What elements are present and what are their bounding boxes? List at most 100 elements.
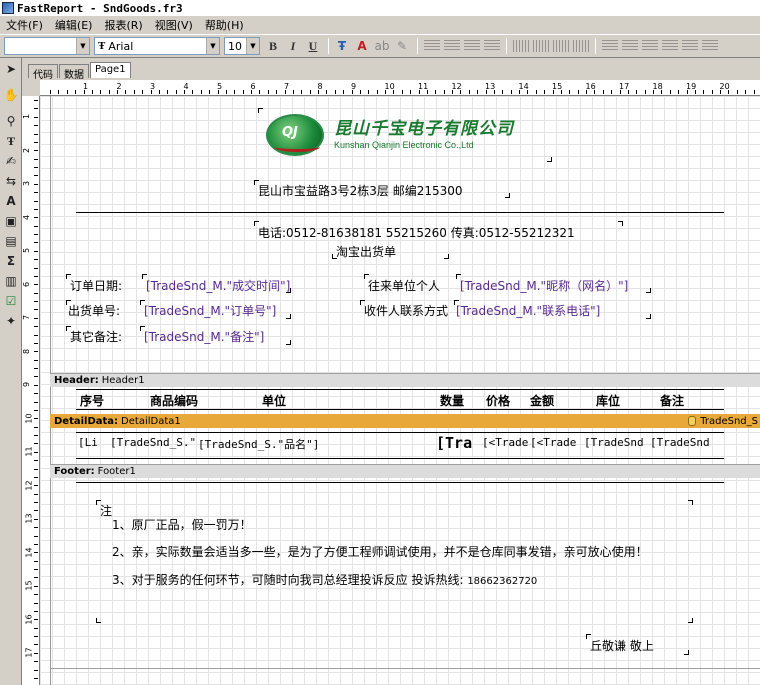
picture-icon[interactable]: ▣ bbox=[2, 212, 20, 230]
clear-format-icon[interactable]: ab bbox=[373, 37, 391, 55]
other-label[interactable]: 其它备注: bbox=[70, 328, 122, 345]
font-combo[interactable]: Ŧ Arial ▼ bbox=[94, 37, 220, 55]
bold-button[interactable]: B bbox=[264, 37, 282, 55]
unit-label[interactable]: 往来单位个人 bbox=[368, 277, 440, 294]
detail-cell[interactable]: [TradeSnd bbox=[650, 436, 710, 449]
selection-corner bbox=[547, 157, 552, 162]
detail-bottom-line bbox=[76, 458, 724, 459]
select-arrow-icon[interactable]: ➤ bbox=[2, 60, 20, 78]
chevron-down-icon[interactable]: ▼ bbox=[206, 38, 219, 54]
tab-code[interactable]: 代码 bbox=[28, 64, 58, 81]
ruler-tick bbox=[343, 90, 344, 94]
detail-cell[interactable]: [<Trade bbox=[530, 436, 576, 449]
unit-field[interactable]: [TradeSnd_M."昵称（网名）"] bbox=[460, 277, 628, 294]
align-right-icon[interactable] bbox=[464, 40, 480, 52]
detail-cell[interactable]: [TradeSnd bbox=[584, 436, 644, 449]
zoom-icon[interactable]: ⚲ bbox=[2, 112, 20, 130]
report-title[interactable]: 淘宝出货单 bbox=[336, 243, 396, 260]
detail-cell[interactable]: [TradeSnd_S."品名"] bbox=[198, 436, 319, 452]
app-icon bbox=[2, 2, 14, 14]
frame-bottom-icon[interactable] bbox=[622, 40, 638, 52]
hand-icon[interactable]: ✋ bbox=[2, 86, 20, 104]
column-header[interactable]: 序号 bbox=[80, 392, 104, 409]
ruler-number: 14 bbox=[24, 546, 34, 558]
align-left-icon[interactable] bbox=[424, 40, 440, 52]
menu-file[interactable]: 文件(F) bbox=[2, 17, 47, 33]
notes-heading[interactable]: 注 bbox=[100, 502, 112, 519]
note-item[interactable]: 3、对于服务的任何环节，可随时向我司总经理投诉反应 投诉热线: 18662362… bbox=[112, 571, 537, 588]
text-object-icon[interactable]: A bbox=[2, 192, 20, 210]
other-field[interactable]: [TradeSnd_M."备注"] bbox=[144, 328, 264, 345]
frame-top-icon[interactable] bbox=[602, 40, 618, 52]
truetype-icon: Ŧ bbox=[98, 40, 106, 52]
font-size-combo[interactable]: 10 ▼ bbox=[224, 37, 260, 55]
signature-text[interactable]: 丘敬谦 敬上 bbox=[590, 637, 654, 654]
order-date-label[interactable]: 订单日期: bbox=[70, 277, 122, 294]
format-painter-icon[interactable]: ✎ bbox=[393, 37, 411, 55]
format-brush-icon[interactable]: ✍ bbox=[2, 152, 20, 170]
column-header[interactable]: 单位 bbox=[262, 392, 286, 409]
address-text[interactable]: 昆山市宝益路3号2栋3层 邮编215300 bbox=[258, 182, 463, 199]
column-header[interactable]: 金额 bbox=[530, 392, 554, 409]
menu-help[interactable]: 帮助(H) bbox=[201, 17, 248, 33]
align-middle-icon[interactable] bbox=[533, 40, 549, 52]
contact-label[interactable]: 收件人联系方式 bbox=[364, 302, 448, 319]
detail-data-band[interactable]: DetailData: DetailData1 TradeSnd_S bbox=[50, 414, 760, 428]
ruler-tick bbox=[34, 393, 38, 394]
band-icon[interactable]: ⇆ bbox=[2, 172, 20, 190]
column-header[interactable]: 价格 bbox=[486, 392, 510, 409]
phone-fax-text[interactable]: 电话:0512-81638181 55215260 传真:0512-552123… bbox=[258, 224, 575, 241]
tab-data[interactable]: 数据 bbox=[59, 64, 89, 81]
frame-all-icon[interactable] bbox=[682, 40, 698, 52]
align-bottom-icon[interactable] bbox=[553, 40, 569, 52]
frame-left-icon[interactable] bbox=[642, 40, 658, 52]
note-item[interactable]: 1、原厂正品，假一罚万！ bbox=[112, 516, 252, 533]
frame-none-icon[interactable] bbox=[702, 40, 718, 52]
ruler-tick bbox=[34, 209, 38, 210]
detail-cell[interactable]: [Tra bbox=[436, 434, 472, 452]
rotate-text-icon[interactable] bbox=[573, 40, 589, 52]
ship-no-label[interactable]: 出货单号: bbox=[68, 302, 120, 319]
chevron-down-icon[interactable]: ▼ bbox=[246, 38, 259, 54]
frame-right-icon[interactable] bbox=[662, 40, 678, 52]
company-logo[interactable]: QJ 昆山千宝电子有限公司 Kunshan Qianjin Electronic… bbox=[258, 108, 552, 162]
column-header[interactable]: 库位 bbox=[596, 392, 620, 409]
checkbox-icon[interactable]: ☑ bbox=[2, 292, 20, 310]
align-justify-icon[interactable] bbox=[484, 40, 500, 52]
sum-icon[interactable]: Σ bbox=[2, 252, 20, 270]
ruler-tick bbox=[34, 284, 38, 285]
tab-page1[interactable]: Page1 bbox=[90, 62, 131, 78]
order-date-field[interactable]: [TradeSnd_M."成交时间"] bbox=[146, 277, 290, 294]
detail-cell[interactable]: [Li bbox=[78, 436, 98, 449]
align-center-icon[interactable] bbox=[444, 40, 460, 52]
contact-field[interactable]: [TradeSnd_M."联系电话"] bbox=[456, 302, 600, 319]
font-color-icon[interactable]: A bbox=[353, 37, 371, 55]
subreport-icon[interactable]: ▤ bbox=[2, 232, 20, 250]
style-combo[interactable]: ▼ bbox=[4, 37, 90, 55]
align-top-icon[interactable] bbox=[513, 40, 529, 52]
footer-band[interactable]: Footer: Footer1 bbox=[50, 464, 760, 478]
underline-button[interactable]: U bbox=[304, 37, 322, 55]
object-toolbar: ➤ ✋ ⚲ Ŧ ✍ ⇆ A ▣ ▤ Σ ▥ ☑ ✦ bbox=[0, 58, 22, 685]
menu-edit[interactable]: 编辑(E) bbox=[51, 17, 97, 33]
ship-no-field[interactable]: [TradeSnd_M."订单号"] bbox=[144, 302, 276, 319]
ruler-tick bbox=[34, 536, 38, 537]
detail-cell[interactable]: [<Trade bbox=[482, 436, 528, 449]
note-item[interactable]: 2、亲，实际数量会适当多一些，是为了方便工程师调试使用，并不是仓库同事发错，亲可… bbox=[112, 543, 648, 560]
italic-button[interactable]: I bbox=[284, 37, 302, 55]
report-canvas[interactable]: QJ 昆山千宝电子有限公司 Kunshan Qianjin Electronic… bbox=[40, 96, 760, 685]
more-objects-icon[interactable]: ✦ bbox=[2, 312, 20, 330]
menu-report[interactable]: 报表(R) bbox=[100, 17, 146, 33]
column-header[interactable]: 数量 bbox=[440, 392, 464, 409]
column-header[interactable]: 备注 bbox=[660, 392, 684, 409]
detail-cell[interactable]: [TradeSnd_S." bbox=[110, 436, 196, 449]
barcode-icon[interactable]: ▥ bbox=[2, 272, 20, 290]
ruler-tick bbox=[34, 443, 38, 444]
text-tool-icon[interactable]: Ŧ bbox=[2, 132, 20, 150]
highlight-icon[interactable]: Ŧ bbox=[333, 37, 351, 55]
column-header[interactable]: 商品编码 bbox=[150, 392, 198, 409]
menu-view[interactable]: 视图(V) bbox=[151, 17, 197, 33]
header-band[interactable]: Header: Header1 bbox=[50, 373, 760, 387]
ruler-tick bbox=[34, 418, 38, 419]
chevron-down-icon[interactable]: ▼ bbox=[76, 38, 89, 54]
